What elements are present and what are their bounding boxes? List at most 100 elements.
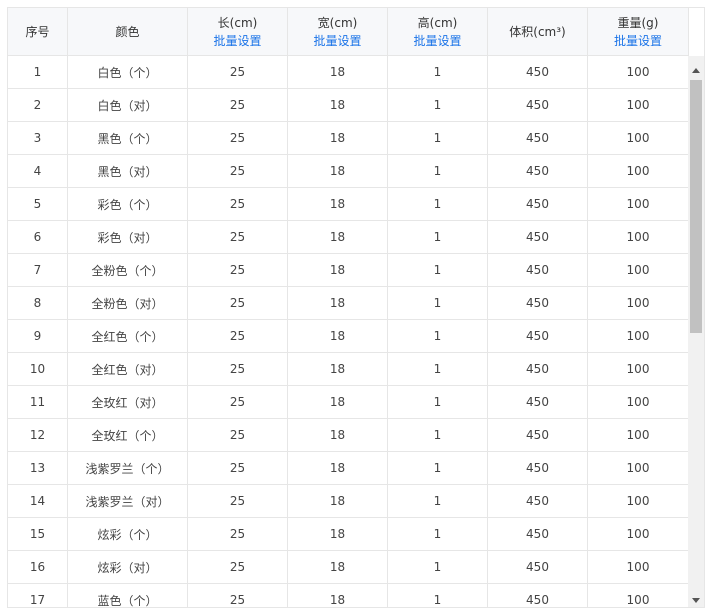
vertical-scrollbar[interactable] (688, 56, 704, 607)
cell-width[interactable]: 18 (288, 419, 388, 451)
cell-weight[interactable]: 100 (588, 386, 689, 418)
cell-weight[interactable]: 100 (588, 485, 689, 517)
table-row: 3 黑色（个） 25 18 1 450 100 (8, 122, 689, 155)
cell-length[interactable]: 25 (188, 89, 288, 121)
cell-weight[interactable]: 100 (588, 89, 689, 121)
cell-height[interactable]: 1 (388, 485, 488, 517)
cell-width[interactable]: 18 (288, 584, 388, 607)
cell-weight[interactable]: 100 (588, 221, 689, 253)
batch-set-width-link[interactable]: 批量设置 (313, 32, 361, 50)
cell-height[interactable]: 1 (388, 518, 488, 550)
cell-height[interactable]: 1 (388, 188, 488, 220)
cell-height[interactable]: 1 (388, 353, 488, 385)
cell-length[interactable]: 25 (188, 584, 288, 607)
cell-weight[interactable]: 100 (588, 584, 689, 607)
cell-weight[interactable]: 100 (588, 122, 689, 154)
cell-width[interactable]: 18 (288, 320, 388, 352)
cell-length[interactable]: 25 (188, 188, 288, 220)
table-body: 1 白色（个） 25 18 1 450 100 2 白色（对） 25 18 1 450 100 3 黑色（个）… (8, 56, 689, 607)
cell-weight[interactable]: 100 (588, 518, 689, 550)
table-row: 8 全粉色（对） 25 18 1 450 100 (8, 287, 689, 320)
cell-length[interactable]: 25 (188, 254, 288, 286)
cell-length[interactable]: 25 (188, 287, 288, 319)
batch-set-weight-link[interactable]: 批量设置 (614, 32, 662, 50)
cell-height[interactable]: 1 (388, 56, 488, 88)
cell-volume: 450 (488, 551, 588, 583)
table-row: 9 全红色（个） 25 18 1 450 100 (8, 320, 689, 353)
cell-height[interactable]: 1 (388, 584, 488, 607)
cell-height[interactable]: 1 (388, 287, 488, 319)
header-volume-label: 体积(cm³) (509, 25, 566, 39)
cell-length[interactable]: 25 (188, 353, 288, 385)
cell-volume: 450 (488, 353, 588, 385)
scrollbar-thumb[interactable] (690, 80, 702, 333)
cell-volume: 450 (488, 452, 588, 484)
cell-length[interactable]: 25 (188, 155, 288, 187)
cell-length[interactable]: 25 (188, 452, 288, 484)
scroll-down-arrow-icon[interactable] (692, 598, 700, 603)
cell-volume: 450 (488, 56, 588, 88)
cell-width[interactable]: 18 (288, 518, 388, 550)
header-color: 颜色 (68, 8, 188, 56)
cell-no: 12 (8, 419, 68, 451)
cell-weight[interactable]: 100 (588, 353, 689, 385)
cell-no: 11 (8, 386, 68, 418)
cell-no: 14 (8, 485, 68, 517)
cell-no: 8 (8, 287, 68, 319)
cell-weight[interactable]: 100 (588, 188, 689, 220)
cell-height[interactable]: 1 (388, 386, 488, 418)
cell-length[interactable]: 25 (188, 485, 288, 517)
batch-set-height-link[interactable]: 批量设置 (413, 32, 461, 50)
cell-height[interactable]: 1 (388, 89, 488, 121)
cell-no: 9 (8, 320, 68, 352)
cell-height[interactable]: 1 (388, 320, 488, 352)
cell-height[interactable]: 1 (388, 551, 488, 583)
cell-weight[interactable]: 100 (588, 419, 689, 451)
cell-weight[interactable]: 100 (588, 452, 689, 484)
cell-height[interactable]: 1 (388, 155, 488, 187)
cell-length[interactable]: 25 (188, 518, 288, 550)
cell-color: 黑色（个） (68, 122, 188, 154)
cell-weight[interactable]: 100 (588, 254, 689, 286)
cell-height[interactable]: 1 (388, 419, 488, 451)
cell-width[interactable]: 18 (288, 353, 388, 385)
cell-height[interactable]: 1 (388, 122, 488, 154)
cell-weight[interactable]: 100 (588, 56, 689, 88)
cell-width[interactable]: 18 (288, 485, 388, 517)
cell-length[interactable]: 25 (188, 419, 288, 451)
cell-weight[interactable]: 100 (588, 320, 689, 352)
cell-weight[interactable]: 100 (588, 155, 689, 187)
cell-width[interactable]: 18 (288, 155, 388, 187)
cell-height[interactable]: 1 (388, 221, 488, 253)
header-no: 序号 (8, 8, 68, 56)
cell-length[interactable]: 25 (188, 122, 288, 154)
cell-color: 彩色（个） (68, 188, 188, 220)
cell-width[interactable]: 18 (288, 188, 388, 220)
cell-width[interactable]: 18 (288, 56, 388, 88)
cell-length[interactable]: 25 (188, 56, 288, 88)
cell-width[interactable]: 18 (288, 221, 388, 253)
cell-weight[interactable]: 100 (588, 287, 689, 319)
cell-no: 10 (8, 353, 68, 385)
cell-height[interactable]: 1 (388, 254, 488, 286)
cell-length[interactable]: 25 (188, 320, 288, 352)
cell-width[interactable]: 18 (288, 89, 388, 121)
scroll-up-arrow-icon[interactable] (692, 68, 700, 73)
cell-width[interactable]: 18 (288, 287, 388, 319)
header-width-label: 宽(cm) (317, 16, 358, 30)
cell-width[interactable]: 18 (288, 452, 388, 484)
cell-no: 17 (8, 584, 68, 607)
cell-weight[interactable]: 100 (588, 551, 689, 583)
cell-width[interactable]: 18 (288, 551, 388, 583)
cell-length[interactable]: 25 (188, 551, 288, 583)
cell-width[interactable]: 18 (288, 122, 388, 154)
batch-set-length-link[interactable]: 批量设置 (213, 32, 261, 50)
cell-length[interactable]: 25 (188, 221, 288, 253)
cell-width[interactable]: 18 (288, 254, 388, 286)
cell-width[interactable]: 18 (288, 386, 388, 418)
cell-volume: 450 (488, 155, 588, 187)
header-volume: 体积(cm³) (488, 8, 588, 56)
cell-length[interactable]: 25 (188, 386, 288, 418)
cell-no: 2 (8, 89, 68, 121)
cell-height[interactable]: 1 (388, 452, 488, 484)
